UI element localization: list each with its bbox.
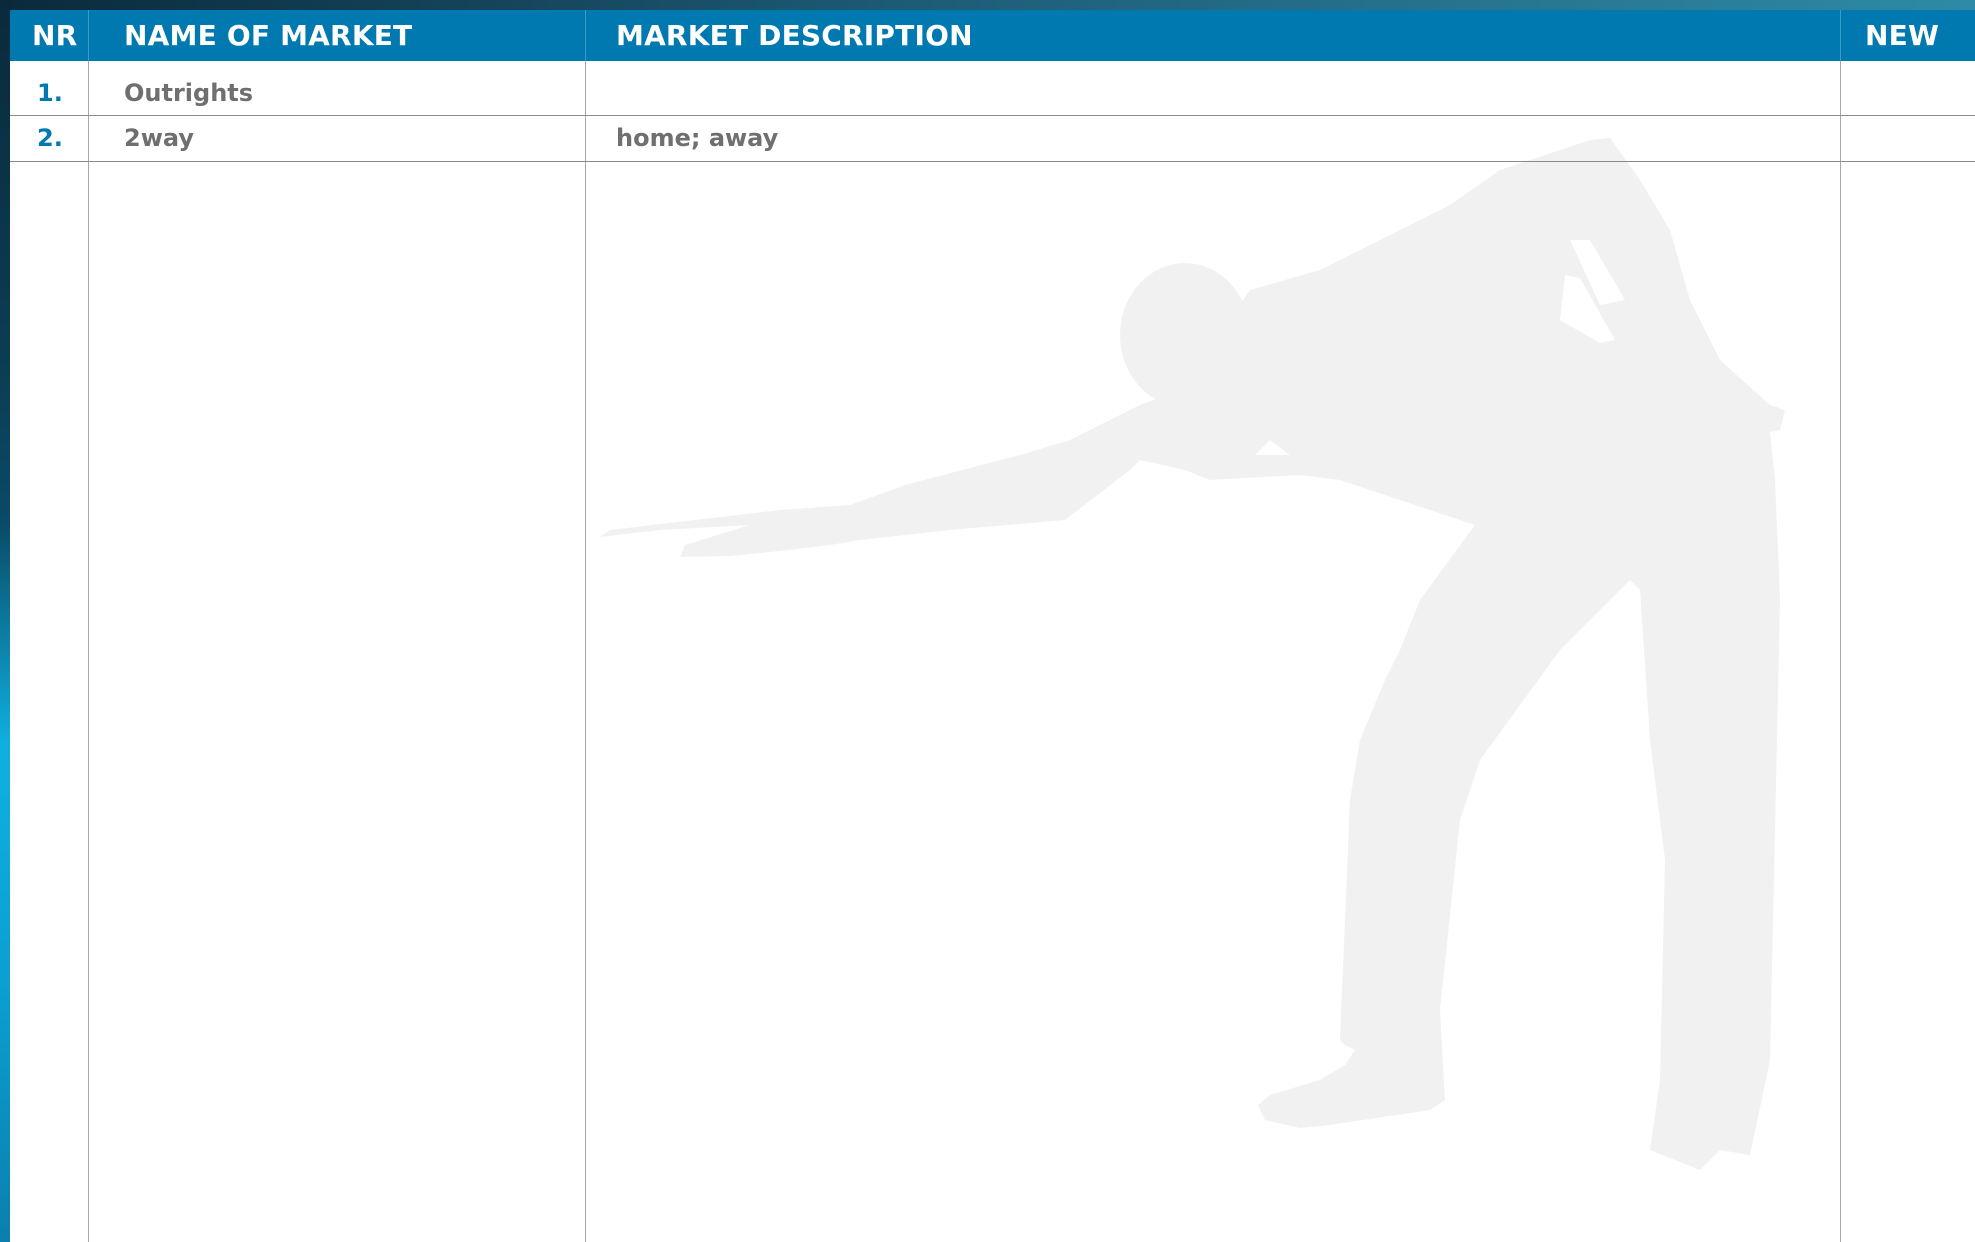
row-divider <box>10 115 1975 116</box>
row-number: 2. <box>37 124 63 152</box>
left-accent-strip <box>0 0 10 1242</box>
market-description: home; away <box>616 124 779 152</box>
market-name: 2way <box>124 124 194 152</box>
top-accent-strip <box>0 0 1975 10</box>
header-new: NEW <box>1865 19 1940 52</box>
row-number: 1. <box>37 79 63 107</box>
market-table-page: NR NAME OF MARKET MARKET DESCRIPTION NEW… <box>0 0 1975 1242</box>
header-nr: NR <box>32 19 78 52</box>
header-divider <box>88 10 89 61</box>
header-market-description: MARKET DESCRIPTION <box>616 19 973 52</box>
snooker-player-silhouette-icon <box>600 138 1785 1170</box>
column-divider <box>88 61 89 1242</box>
column-divider <box>585 61 586 1242</box>
header-name-of-market: NAME OF MARKET <box>124 19 413 52</box>
header-divider <box>1840 10 1841 61</box>
row-divider <box>10 161 1975 162</box>
header-divider <box>585 10 586 61</box>
column-divider <box>1840 61 1841 1242</box>
market-name: Outrights <box>124 79 254 107</box>
